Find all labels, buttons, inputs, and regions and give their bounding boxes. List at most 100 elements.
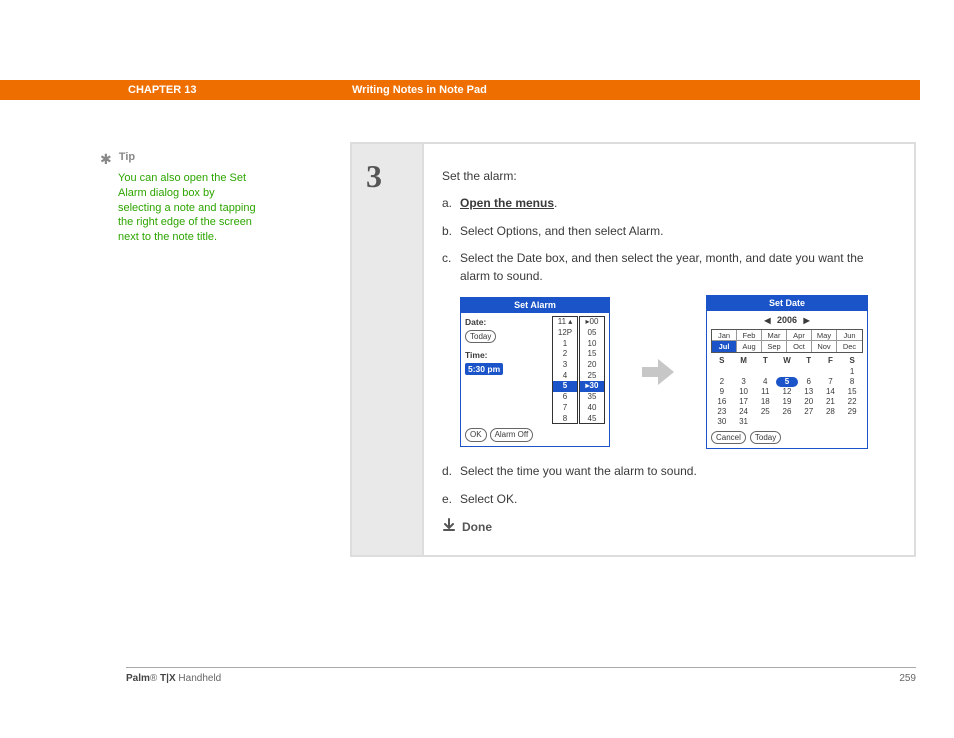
next-year-icon[interactable]: ▶: [804, 316, 810, 325]
month-item[interactable]: Oct: [787, 341, 812, 352]
day-item[interactable]: 29: [841, 407, 863, 417]
day-item[interactable]: 21: [820, 397, 842, 407]
day-item[interactable]: 28: [820, 407, 842, 417]
tip-block: ✱ Tip You can also open the Set Alarm di…: [100, 150, 260, 245]
day-item: [733, 367, 755, 377]
hour-item[interactable]: 12P: [553, 328, 577, 339]
day-item[interactable]: 8: [841, 377, 863, 387]
asterisk-icon: ✱: [100, 150, 112, 169]
substep-label: b.: [442, 223, 460, 240]
dow-row: SMTWTFS: [711, 355, 863, 367]
day-item: [798, 417, 820, 427]
month-item[interactable]: Aug: [737, 341, 762, 352]
hours-list[interactable]: 11 ▴12P12345678910 ▾: [552, 316, 578, 424]
step-intro: Set the alarm:: [442, 168, 896, 185]
cancel-button[interactable]: Cancel: [711, 431, 746, 445]
dow-item: W: [776, 355, 798, 367]
day-item[interactable]: 20: [798, 397, 820, 407]
substep-c: c. Select the Date box, and then select …: [442, 250, 896, 285]
hour-item[interactable]: 5: [553, 381, 577, 392]
day-item[interactable]: 27: [798, 407, 820, 417]
month-item[interactable]: Mar: [762, 330, 787, 341]
hour-item[interactable]: 6: [553, 392, 577, 403]
minutes-list[interactable]: ▸000510152025▸303540455055: [579, 316, 605, 424]
day-item[interactable]: 13: [798, 387, 820, 397]
day-item[interactable]: 16: [711, 397, 733, 407]
day-item[interactable]: 15: [841, 387, 863, 397]
dow-item: F: [820, 355, 842, 367]
day-item[interactable]: 5: [776, 377, 798, 387]
prev-year-icon[interactable]: ◀: [764, 316, 770, 325]
day-item: [820, 417, 842, 427]
minute-item[interactable]: 45: [580, 414, 604, 425]
hour-item[interactable]: 3: [553, 360, 577, 371]
month-item[interactable]: Sep: [762, 341, 787, 352]
day-item[interactable]: 24: [733, 407, 755, 417]
minute-item[interactable]: ▸00: [580, 317, 604, 328]
hour-item[interactable]: 2: [553, 349, 577, 360]
day-item[interactable]: 19: [776, 397, 798, 407]
day-item: [754, 367, 776, 377]
day-item[interactable]: 6: [798, 377, 820, 387]
day-item[interactable]: 7: [820, 377, 842, 387]
month-item[interactable]: Jun: [837, 330, 862, 341]
day-item[interactable]: 9: [711, 387, 733, 397]
alarm-off-button[interactable]: Alarm Off: [490, 428, 534, 442]
date-label: Date:: [465, 316, 548, 328]
step-content: Set the alarm: a. Open the menus. b. Sel…: [424, 144, 914, 555]
minute-item[interactable]: 35: [580, 392, 604, 403]
minute-item[interactable]: 20: [580, 360, 604, 371]
chapter-bar: CHAPTER 13 Writing Notes in Note Pad: [0, 80, 920, 100]
hour-item[interactable]: 1: [553, 339, 577, 350]
minute-item[interactable]: 05: [580, 328, 604, 339]
step-box: 3 Set the alarm: a. Open the menus. b. S…: [350, 142, 916, 557]
minute-item[interactable]: 10: [580, 339, 604, 350]
day-item[interactable]: 30: [711, 417, 733, 427]
minute-item[interactable]: ▸30: [580, 381, 604, 392]
open-menus-link[interactable]: Open the menus: [460, 196, 554, 210]
minute-item[interactable]: 25: [580, 371, 604, 382]
ok-button[interactable]: OK: [465, 428, 487, 442]
day-item[interactable]: 26: [776, 407, 798, 417]
day-item[interactable]: 12: [776, 387, 798, 397]
day-item[interactable]: 3: [733, 377, 755, 387]
day-item[interactable]: 11: [754, 387, 776, 397]
day-item[interactable]: 14: [820, 387, 842, 397]
month-item[interactable]: Dec: [837, 341, 862, 352]
substep-text: Select OK.: [460, 491, 896, 508]
day-item[interactable]: 2: [711, 377, 733, 387]
day-item[interactable]: 10: [733, 387, 755, 397]
months-grid[interactable]: JanFebMarAprMayJun JulAugSepOctNovDec: [711, 329, 863, 353]
substep-a: a. Open the menus.: [442, 195, 896, 212]
day-item[interactable]: 17: [733, 397, 755, 407]
month-item[interactable]: May: [812, 330, 837, 341]
today-button[interactable]: Today: [465, 330, 496, 344]
day-item[interactable]: 22: [841, 397, 863, 407]
tip-label: Tip: [119, 151, 135, 163]
substep-a-suffix: .: [554, 196, 557, 210]
day-item[interactable]: 1: [841, 367, 863, 377]
month-item[interactable]: Nov: [812, 341, 837, 352]
day-item[interactable]: 23: [711, 407, 733, 417]
minute-item[interactable]: 15: [580, 349, 604, 360]
day-item[interactable]: 25: [754, 407, 776, 417]
day-item[interactable]: 31: [733, 417, 755, 427]
month-item[interactable]: Jan: [712, 330, 737, 341]
dow-item: T: [798, 355, 820, 367]
month-item[interactable]: Apr: [787, 330, 812, 341]
days-grid[interactable]: 1234567891011121314151617181920212223242…: [711, 367, 863, 427]
set-alarm-title: Set Alarm: [461, 298, 609, 313]
month-item[interactable]: Feb: [737, 330, 762, 341]
minute-item[interactable]: 40: [580, 403, 604, 414]
today-button[interactable]: Today: [750, 431, 781, 445]
time-value[interactable]: 5:30 pm: [465, 363, 503, 375]
day-item[interactable]: 18: [754, 397, 776, 407]
chapter-label: CHAPTER 13: [128, 84, 196, 96]
day-item[interactable]: 4: [754, 377, 776, 387]
hour-item[interactable]: 8: [553, 414, 577, 425]
hour-item[interactable]: 4: [553, 371, 577, 382]
hour-item[interactable]: 7: [553, 403, 577, 414]
hour-item[interactable]: 11 ▴: [553, 317, 577, 328]
month-item[interactable]: Jul: [712, 341, 737, 352]
year-selector[interactable]: ◀ 2006 ▶: [711, 314, 863, 327]
